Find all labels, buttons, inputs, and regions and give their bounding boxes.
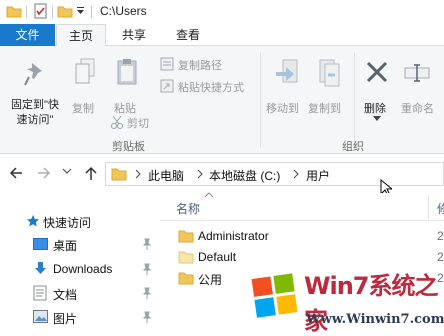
folder-icon: [111, 166, 127, 182]
cut-button[interactable]: 剪切: [110, 114, 160, 132]
tab-view[interactable]: 查看: [162, 24, 214, 46]
pushpin-icon[interactable]: [142, 311, 152, 323]
nav-item-documents[interactable]: 文档: [0, 282, 158, 304]
column-divider[interactable]: [428, 195, 429, 219]
copy-icon: [74, 58, 96, 86]
nav-item-pictures[interactable]: 图片: [0, 306, 158, 328]
paste-shortcut-icon: [160, 79, 174, 93]
clipboard-icon: [116, 58, 138, 86]
copy-path-label: 复制路径: [178, 60, 222, 72]
file-name: Default: [198, 250, 237, 264]
nav-item-quick-access[interactable]: 快速访问: [0, 210, 158, 232]
copy-to-label: 复制到: [308, 103, 341, 115]
file-date: 2: [437, 229, 444, 243]
file-name: 公用: [198, 273, 223, 287]
folder-icon: [178, 229, 194, 243]
tab-file[interactable]: 文件: [0, 24, 55, 46]
rename-button[interactable]: 重命名: [398, 52, 444, 128]
pictures-icon: [33, 310, 48, 323]
pushpin-icon[interactable]: [142, 263, 152, 275]
separator: [52, 6, 53, 18]
separator: [26, 6, 27, 18]
breadcrumb-chevron-icon[interactable]: [195, 168, 205, 180]
breadcrumb-this-pc[interactable]: 此电脑: [148, 167, 184, 184]
pin-quick-access-button[interactable]: 固定到"快 速访问": [8, 52, 60, 128]
tab-home[interactable]: 主页: [56, 24, 106, 47]
title-bar: C:\Users: [0, 0, 444, 24]
nav-item-label: 图片: [53, 312, 78, 326]
list-item[interactable]: Administrator 2: [160, 226, 444, 247]
paste-shortcut-button[interactable]: 粘贴快捷方式: [160, 78, 270, 96]
delete-x-icon: [365, 60, 389, 84]
cut-label: 剪切: [127, 118, 149, 130]
nav-item-label: Downloads: [53, 262, 113, 276]
move-to-icon: [274, 58, 300, 88]
pushpin-icon[interactable]: [142, 287, 152, 299]
sort-chevron-icon: [204, 192, 214, 198]
copy-path-button[interactable]: 复制路径: [160, 56, 270, 74]
rename-icon: [404, 64, 432, 82]
window-title: C:\Users: [100, 4, 147, 18]
nav-item-label: 快速访问: [43, 216, 92, 230]
folder-icon: [178, 271, 194, 285]
rename-label: 重命名: [401, 103, 434, 115]
copy-path-icon: [160, 57, 174, 71]
delete-label: 删除: [364, 103, 386, 115]
organize-group-label: 组织: [342, 141, 364, 153]
move-to-label: 移动到: [266, 103, 299, 115]
separator: [354, 52, 355, 148]
navigation-bar: 此电脑 本地磁盘 (C:) 用户: [0, 155, 444, 197]
column-header: 名称 修: [160, 192, 444, 221]
copy-label: 复制: [72, 103, 94, 115]
forward-arrow-icon[interactable]: [36, 166, 52, 180]
separator: [91, 6, 92, 18]
breadcrumb-local-disk[interactable]: 本地磁盘 (C:): [209, 167, 280, 184]
ribbon: 固定到"快 速访问" 复制 粘贴 复制路径 粘贴快捷方式 剪切 剪贴板 移动到 …: [0, 46, 444, 154]
column-name[interactable]: 名称: [176, 200, 200, 217]
new-folder-icon[interactable]: [57, 3, 73, 19]
breadcrumb-chevron-icon[interactable]: [291, 168, 301, 180]
address-bar[interactable]: 此电脑 本地磁盘 (C:) 用户: [105, 162, 444, 186]
download-icon: [33, 261, 48, 276]
scissors-icon: [110, 115, 124, 129]
ribbon-tabs: 文件 主页 共享 查看: [0, 24, 444, 47]
folder-icon: [178, 250, 194, 264]
customize-toolbar-icon[interactable]: [76, 5, 92, 21]
nav-item-downloads[interactable]: Downloads: [0, 258, 158, 280]
star-icon: [26, 214, 40, 228]
pin-quick-access-label: 固定到"快 速访问": [11, 99, 59, 126]
nav-item-label: 文档: [53, 288, 78, 302]
clipboard-group-label: 剪贴板: [112, 141, 145, 153]
separator: [260, 52, 261, 148]
navigation-pane: 快速访问 桌面 Downloads 文档 图片: [0, 193, 158, 336]
breadcrumb-users[interactable]: 用户: [306, 167, 330, 184]
watermark: Win7系统之家 Www.Winwin7.com: [248, 262, 444, 336]
move-to-button[interactable]: 移动到: [266, 52, 306, 128]
pushpin-icon[interactable]: [142, 238, 152, 250]
file-name: Administrator: [198, 229, 269, 243]
back-arrow-icon[interactable]: [8, 166, 24, 180]
tab-share[interactable]: 共享: [110, 24, 158, 46]
recent-locations-chevron-icon[interactable]: [62, 168, 72, 176]
desktop-icon: [33, 238, 48, 250]
nav-item-label: 桌面: [53, 239, 78, 253]
up-arrow-icon[interactable]: [84, 165, 98, 181]
column-date-modified[interactable]: 修: [437, 200, 444, 217]
document-icon: [33, 285, 47, 301]
folder-icon: [6, 3, 22, 19]
copy-button[interactable]: 复制: [66, 52, 104, 128]
properties-icon[interactable]: [33, 3, 49, 19]
paste-button[interactable]: 粘贴: [108, 52, 146, 115]
windows-logo-icon: [250, 270, 300, 320]
copy-to-button[interactable]: 复制到: [308, 52, 348, 128]
copy-to-icon: [316, 58, 342, 88]
chevron-down-icon: [373, 116, 381, 122]
pushpin-icon: [23, 60, 47, 88]
nav-item-desktop[interactable]: 桌面: [0, 233, 158, 255]
delete-button[interactable]: 删除: [360, 52, 396, 128]
paste-shortcut-label: 粘贴快捷方式: [178, 82, 244, 94]
breadcrumb-chevron-icon[interactable]: [133, 168, 143, 180]
watermark-url: Www.Winwin7.com: [306, 312, 444, 327]
